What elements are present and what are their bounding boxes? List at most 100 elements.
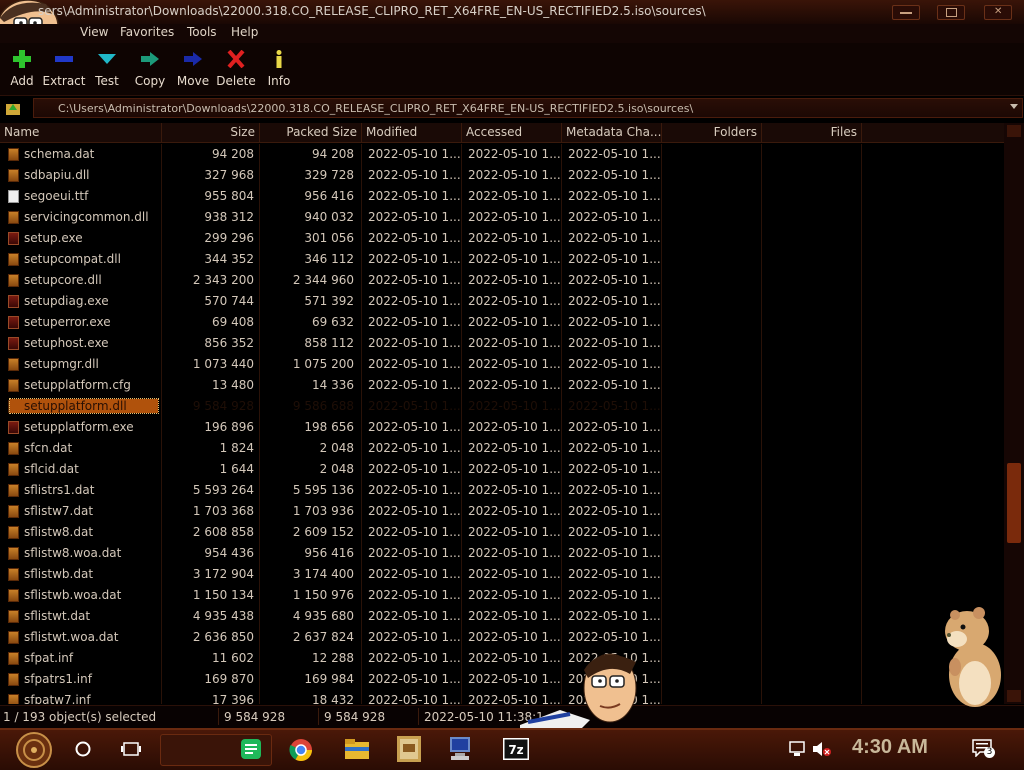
start-button[interactable] [12,730,56,770]
column-header-modified[interactable]: Modified [362,123,462,142]
table-row[interactable]: sflistw8.woa.dat 954 436 956 416 2022-05-10… [0,543,1004,564]
file-packed-size: 346 112 [304,252,354,266]
archive-app-icon[interactable] [397,736,421,762]
file-list[interactable]: schema.dat 94 208 94 208 2022-05-10 1... 202… [0,144,1004,704]
table-row[interactable]: setuphost.exe 856 352 858 112 2022-05-10 1.… [0,333,1004,354]
chrome-icon[interactable] [289,738,313,762]
file-packed-size: 198 656 [304,420,354,434]
table-row[interactable]: servicingcommon.dll 938 312 940 032 2022-05… [0,207,1004,228]
menu-view[interactable]: View [80,25,108,39]
maximize-button[interactable] [937,5,965,20]
cartoon-character-overlay [520,653,637,730]
folder-up-icon[interactable] [5,100,21,116]
column-header-folders[interactable]: Folders [662,123,762,142]
file-size: 11 602 [212,651,254,665]
info-label: Info [267,74,291,88]
file-modified: 2022-05-10 1... [368,462,461,476]
search-circle-icon[interactable] [74,740,92,758]
7zip-icon[interactable]: 7z [503,738,529,760]
notes-app-icon[interactable] [240,738,262,760]
extract-button[interactable]: Extract [42,47,86,88]
file-accessed: 2022-05-10 1... [468,336,561,350]
column-header-packed-size[interactable]: Packed Size [260,123,362,142]
scroll-up-button[interactable] [1007,125,1021,137]
file-packed-size: 2 637 824 [292,630,354,644]
file-name: sflcid.dat [24,462,79,476]
table-row[interactable]: sflistwt.dat 4 935 438 4 935 680 2022-05-10… [0,606,1004,627]
file-metadata-changed: 2022-05-10 1... [568,189,661,203]
copy-button[interactable]: Copy [128,47,172,88]
column-header-size[interactable]: Size [162,123,260,142]
file-name: setupcore.dll [24,273,102,287]
computer-app-icon[interactable] [449,737,471,761]
minus-icon [55,56,73,62]
file-icon [8,484,19,497]
file-name: sfpatw7.inf [24,693,91,704]
table-row[interactable]: setupplatform.exe 196 896 198 656 2022-05-1… [0,417,1004,438]
table-row[interactable]: sfpat.inf 11 602 12 288 2022-05-10 1... 2022… [0,648,1004,669]
menu-tools[interactable]: Tools [187,25,217,39]
network-icon[interactable] [788,741,806,757]
move-button[interactable]: Move [171,47,215,88]
file-explorer-icon[interactable] [345,739,369,759]
table-row[interactable]: setupplatform.cfg 13 480 14 336 2022-05-10 … [0,375,1004,396]
table-row[interactable]: setupplatform.dll 9 584 928 9 586 688 2022-… [0,396,1004,417]
menu-favorites[interactable]: Favorites [120,25,174,39]
table-row[interactable]: segoeui.ttf 955 804 956 416 2022-05-10 1...… [0,186,1004,207]
title-bar: sers\Administrator\Downloads\22000.318.C… [0,0,1024,52]
minimize-button[interactable] [892,5,920,20]
column-header-name[interactable]: Name [0,123,162,142]
table-row[interactable]: sflistwb.dat 3 172 904 3 174 400 2022-05-10… [0,564,1004,585]
table-row[interactable]: schema.dat 94 208 94 208 2022-05-10 1... 202… [0,144,1004,165]
scrollbar-thumb[interactable] [1007,463,1021,543]
toolbar: Add Extract Test Copy Move Delete Info [0,43,1024,96]
table-row[interactable]: sflistrs1.dat 5 593 264 5 595 136 2022-05-1… [0,480,1004,501]
plus-icon [13,50,31,68]
add-button[interactable]: Add [0,47,44,88]
file-size: 4 935 438 [192,609,254,623]
file-accessed: 2022-05-10 1... [468,588,561,602]
file-icon [8,568,19,581]
table-row[interactable]: sfpatw7.inf 17 396 18 432 2022-05-10 1... 20… [0,690,1004,704]
delete-button[interactable]: Delete [214,47,258,88]
exe-icon [8,316,19,329]
close-button[interactable]: ✕ [984,5,1012,20]
file-packed-size: 12 288 [312,651,354,665]
column-header-accessed[interactable]: Accessed [462,123,562,142]
file-packed-size: 1 703 936 [292,504,354,518]
table-row[interactable]: sflistwt.woa.dat 2 636 850 2 637 824 2022-0… [0,627,1004,648]
table-row[interactable]: sflistwb.woa.dat 1 150 134 1 150 976 2022-0… [0,585,1004,606]
file-size: 1 073 440 [192,357,254,371]
address-input[interactable]: C:\Users\Administrator\Downloads\22000.3… [33,98,1023,118]
table-row[interactable]: sfcn.dat 1 824 2 048 2022-05-10 1... 2022-05… [0,438,1004,459]
info-button[interactable]: Info [257,47,301,88]
task-view-icon[interactable] [121,740,141,758]
file-packed-size: 14 336 [312,378,354,392]
table-row[interactable]: setuperror.exe 69 408 69 632 2022-05-10 1..… [0,312,1004,333]
test-button[interactable]: Test [85,47,129,88]
table-row[interactable]: sdbapiu.dll 327 968 329 728 2022-05-10 1...… [0,165,1004,186]
table-row[interactable]: setupcore.dll 2 343 200 2 344 960 2022-05-1… [0,270,1004,291]
table-row[interactable]: setupmgr.dll 1 073 440 1 075 200 2022-05-10… [0,354,1004,375]
column-header-files[interactable]: Files [762,123,862,142]
window-title: sers\Administrator\Downloads\22000.318.C… [38,4,706,18]
file-name: setupplatform.cfg [24,378,131,392]
taskbar-clock[interactable]: 4:30 AM [852,736,928,759]
menu-help[interactable]: Help [231,25,258,39]
table-row[interactable]: setupcompat.dll 344 352 346 112 2022-05-10 … [0,249,1004,270]
file-accessed: 2022-05-10 1... [468,399,561,413]
status-packed-size: 9 584 928 [324,710,386,724]
volume-muted-icon[interactable] [812,741,832,757]
table-row[interactable]: sflistw7.dat 1 703 368 1 703 936 2022-05-10… [0,501,1004,522]
file-accessed: 2022-05-10 1... [468,168,561,182]
table-row[interactable]: setupdiag.exe 570 744 571 392 2022-05-10 1.… [0,291,1004,312]
chevron-down-icon[interactable] [1010,104,1018,109]
table-row[interactable]: setup.exe 299 296 301 056 2022-05-10 1... 20… [0,228,1004,249]
file-packed-size: 4 935 680 [292,609,354,623]
file-size: 69 408 [212,315,254,329]
table-row[interactable]: sflcid.dat 1 644 2 048 2022-05-10 1... 2022-… [0,459,1004,480]
table-row[interactable]: sfpatrs1.inf 169 870 169 984 2022-05-10 1..… [0,669,1004,690]
file-name: setupcompat.dll [24,252,121,266]
table-row[interactable]: sflistw8.dat 2 608 858 2 609 152 2022-05-10… [0,522,1004,543]
column-header-metadata[interactable]: Metadata Cha... [562,123,662,142]
